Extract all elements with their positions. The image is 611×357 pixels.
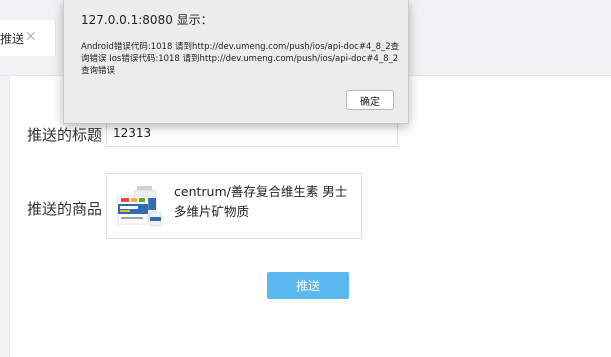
alert-title: 127.0.0.1:8080 显示： xyxy=(81,13,213,27)
push-goods-label: 推送的商品 xyxy=(27,200,103,218)
vitamin-bottle-image xyxy=(115,182,165,232)
alert-message: Android错误代码:1018 请到http://dev.umeng.com/… xyxy=(81,42,400,76)
push-button[interactable]: 推送 xyxy=(267,272,349,299)
product-name: centrum/善存复合维生素 男士多维片矿物质 xyxy=(174,184,348,219)
push-title-label: 推送的标题 xyxy=(27,126,103,144)
alert-ok-button[interactable]: 确定 xyxy=(346,90,394,110)
side-panel-edge xyxy=(0,76,10,357)
close-icon[interactable]: ✕ xyxy=(25,29,37,45)
tab-push[interactable]: 推送 ✕ xyxy=(0,20,56,56)
alert-dialog: 127.0.0.1:8080 显示： Android错误代码:1018 请到ht… xyxy=(63,0,409,124)
tab-push-label: 推送 xyxy=(0,32,25,46)
page: 推送 ✕ 推送的标题 推送的商品 centrum/善存复合维生素 男士多维片矿物… xyxy=(0,0,611,357)
product-card[interactable]: centrum/善存复合维生素 男士多维片矿物质 xyxy=(106,173,362,239)
